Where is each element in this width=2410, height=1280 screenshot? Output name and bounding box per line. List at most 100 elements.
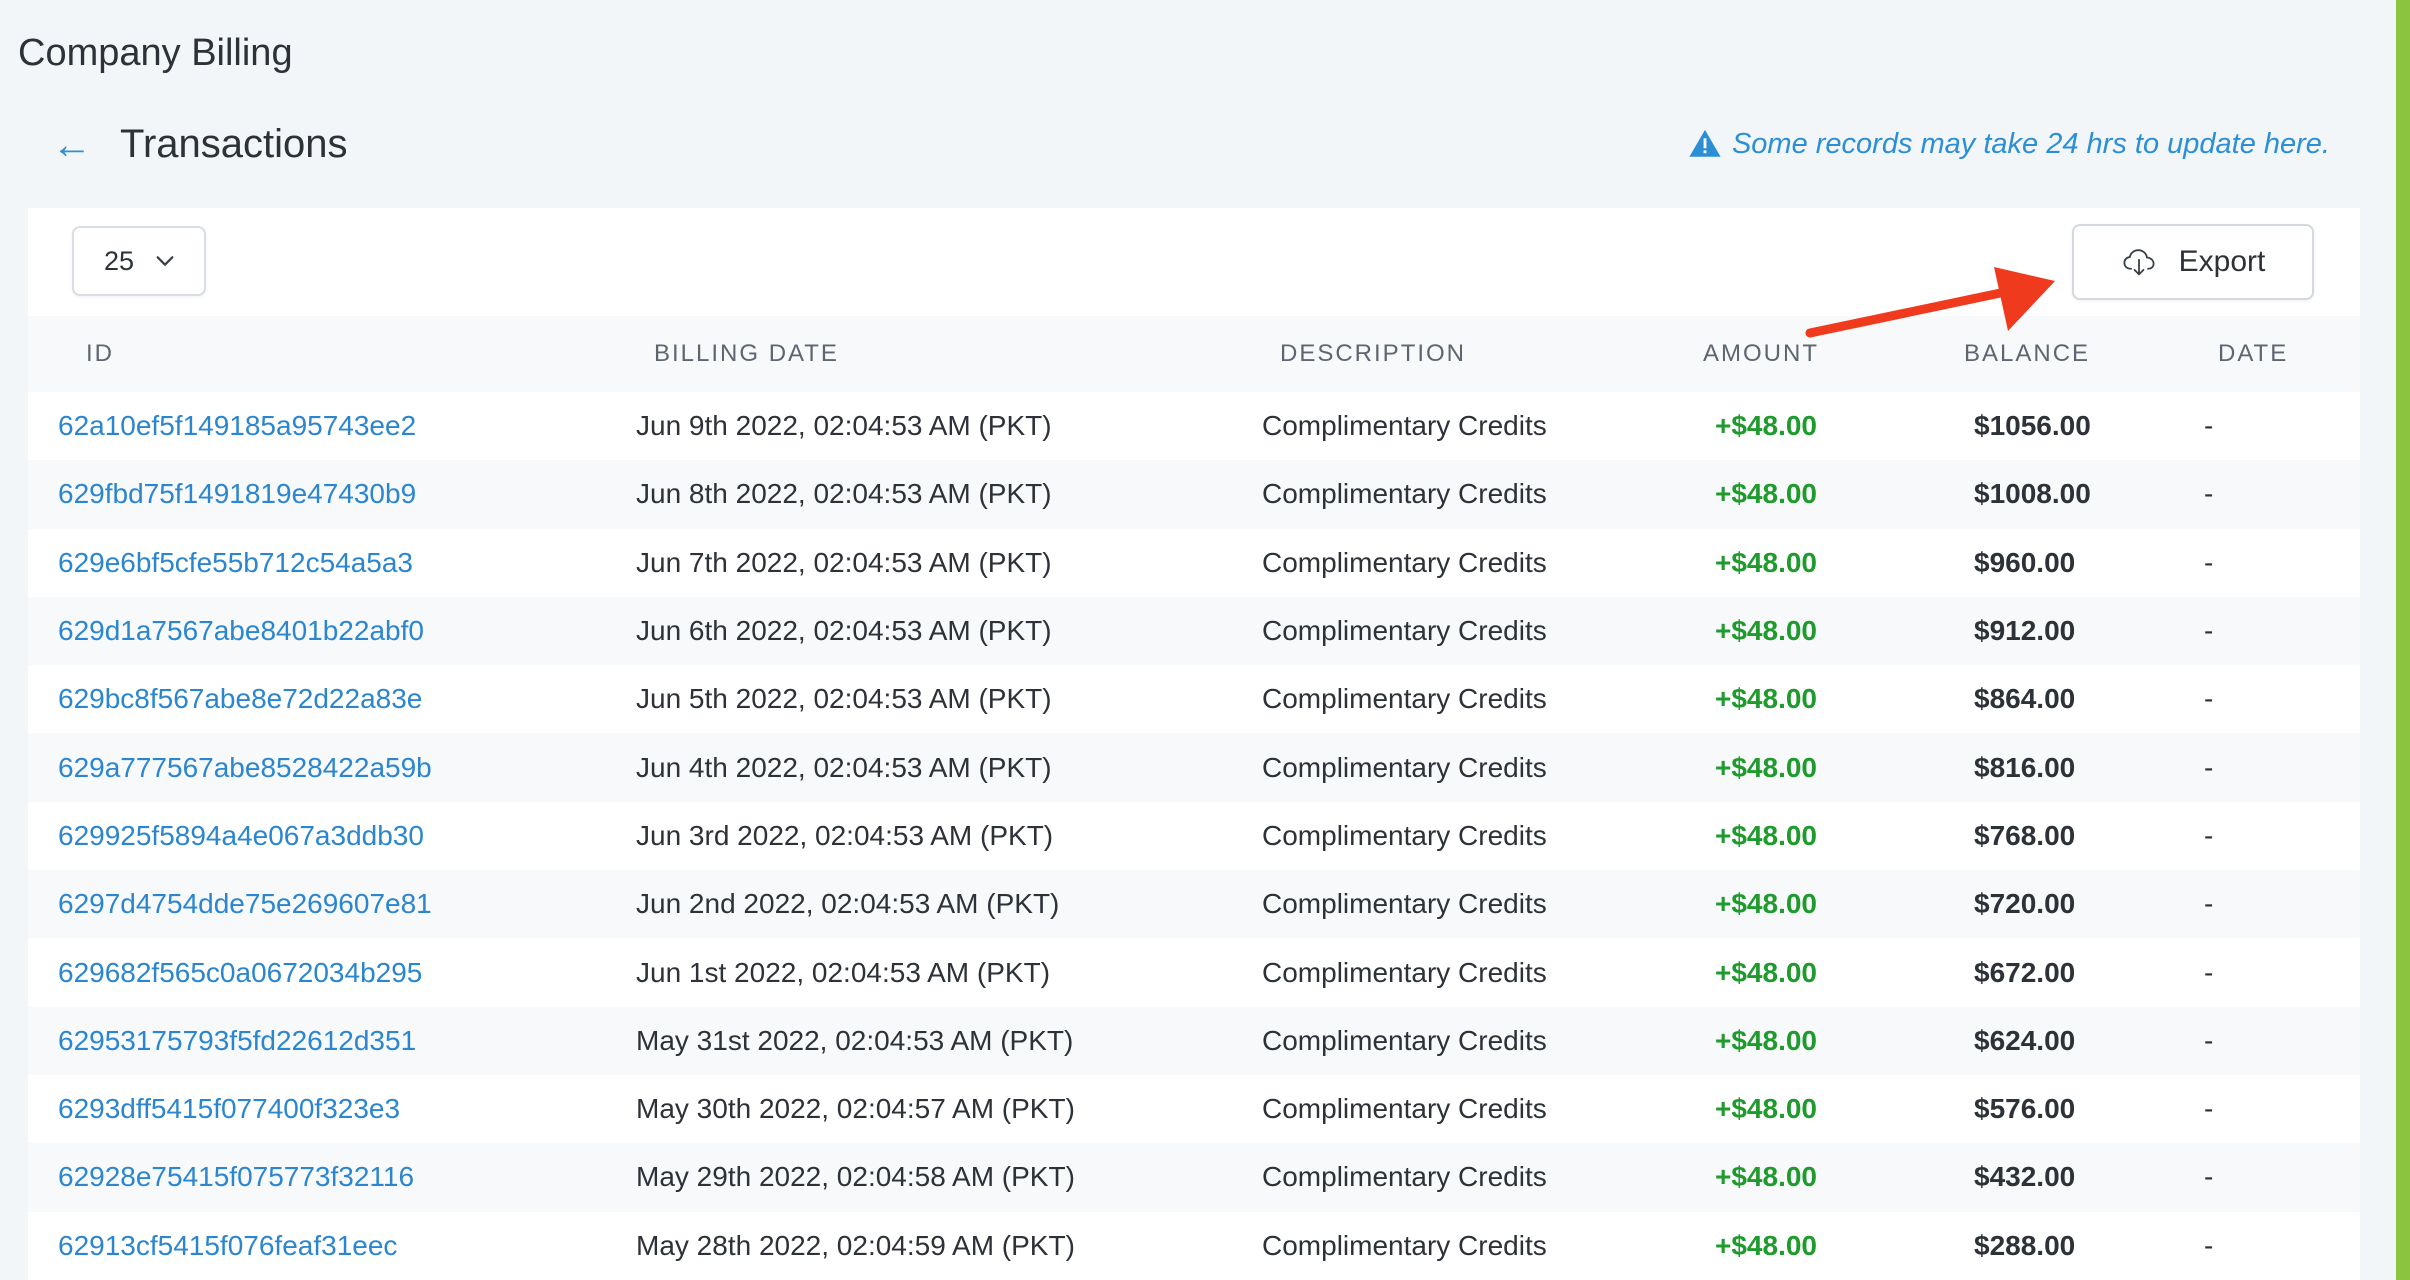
date-cell: - xyxy=(2204,410,2214,442)
description-cell: Complimentary Credits xyxy=(1234,1006,1681,1075)
warning-triangle-icon xyxy=(1689,129,1721,157)
table-row: 62953175793f5fd22612d351 May 31st 2022, … xyxy=(28,1006,2360,1075)
amount-cell: +$48.00 xyxy=(1715,1229,1817,1261)
date-cell: - xyxy=(2204,1006,2360,1075)
amount-cell: +$48.00 xyxy=(1715,683,1817,715)
billing-date-cell: Jun 4th 2022, 02:04:53 AM (PKT) xyxy=(606,733,1234,802)
transaction-id-link[interactable]: 6297d4754dde75e269607e81 xyxy=(28,870,606,939)
billing-date-cell: Jun 7th 2022, 02:04:53 AM (PKT) xyxy=(636,546,1052,578)
date-cell: - xyxy=(2204,733,2360,802)
description-cell: Complimentary Credits xyxy=(1262,546,1547,578)
amount-cell: +$48.00 xyxy=(1715,1093,1817,1125)
transaction-id-link[interactable]: 62928e75415f075773f32116 xyxy=(28,1143,606,1212)
billing-date-cell: Jun 9th 2022, 02:04:53 AM (PKT) xyxy=(636,410,1052,442)
billing-date-cell: May 28th 2022, 02:04:59 AM (PKT) xyxy=(636,1229,1075,1261)
table-header: ID BILLING DATE DESCRIPTION AMOUNT BALAN… xyxy=(28,316,2360,392)
transactions-table: ID BILLING DATE DESCRIPTION AMOUNT BALAN… xyxy=(28,316,2360,1280)
transactions-card: 25 Export ID BILLING DATE DESCRIPTION AM… xyxy=(28,208,2360,1280)
description-cell: Complimentary Credits xyxy=(1234,870,1681,939)
description-cell: Complimentary Credits xyxy=(1262,1093,1547,1125)
table-row: 6293dff5415f077400f323e3 May 30th 2022, … xyxy=(28,1075,2360,1143)
transaction-id-link[interactable]: 62953175793f5fd22612d351 xyxy=(28,1006,606,1075)
billing-date-cell: Jun 2nd 2022, 02:04:53 AM (PKT) xyxy=(606,870,1234,939)
date-cell: - xyxy=(2204,596,2360,666)
column-header-id: ID xyxy=(28,316,606,392)
transaction-id-link[interactable]: 629a777567abe8528422a59b xyxy=(28,733,606,802)
balance-cell: $816.00 xyxy=(1934,733,2204,802)
description-cell: Complimentary Credits xyxy=(1262,956,1547,988)
balance-cell: $1008.00 xyxy=(1934,460,2204,529)
column-header-amount: AMOUNT xyxy=(1681,316,1934,392)
date-cell: - xyxy=(2204,819,2214,851)
table-row: 629a777567abe8528422a59b Jun 4th 2022, 0… xyxy=(28,733,2360,802)
date-cell: - xyxy=(2204,870,2360,939)
table-toolbar: 25 Export xyxy=(28,208,2360,316)
date-cell: - xyxy=(2204,546,2214,578)
page-size-select[interactable]: 25 xyxy=(72,226,206,296)
amount-cell: +$48.00 xyxy=(1715,819,1817,851)
amount-cell: +$48.00 xyxy=(1681,460,1934,529)
billing-date-cell: Jun 5th 2022, 02:04:53 AM (PKT) xyxy=(636,683,1052,715)
amount-cell: +$48.00 xyxy=(1715,410,1817,442)
description-cell: Complimentary Credits xyxy=(1262,819,1547,851)
amount-cell: +$48.00 xyxy=(1681,1006,1934,1075)
transaction-id-link[interactable]: 629bc8f567abe8e72d22a83e xyxy=(28,665,606,733)
billing-date-cell: Jun 1st 2022, 02:04:53 AM (PKT) xyxy=(636,956,1051,988)
transaction-id-link[interactable]: 629925f5894a4e067a3ddb30 xyxy=(28,802,606,870)
export-button[interactable]: Export xyxy=(2072,224,2314,300)
table-row: 629925f5894a4e067a3ddb30 Jun 3rd 2022, 0… xyxy=(28,802,2360,870)
column-header-billing-date: BILLING DATE xyxy=(606,316,1234,392)
balance-cell: $432.00 xyxy=(1934,1143,2204,1212)
back-button[interactable]: ← xyxy=(52,120,92,170)
balance-cell: $624.00 xyxy=(1934,1006,2204,1075)
date-cell: - xyxy=(2204,956,2214,988)
transaction-id-link[interactable]: 629e6bf5cfe55b712c54a5a3 xyxy=(28,529,606,597)
date-cell: - xyxy=(2204,1143,2360,1212)
billing-date-cell: May 30th 2022, 02:04:57 AM (PKT) xyxy=(636,1093,1075,1125)
balance-cell: $864.00 xyxy=(1974,683,2076,715)
date-cell: - xyxy=(2204,1093,2214,1125)
page-size-value: 25 xyxy=(104,245,135,276)
billing-date-cell: May 29th 2022, 02:04:58 AM (PKT) xyxy=(606,1143,1234,1212)
table-row: 62913cf5415f076feaf31eec May 28th 2022, … xyxy=(28,1212,2360,1280)
amount-cell: +$48.00 xyxy=(1681,596,1934,666)
balance-cell: $720.00 xyxy=(1934,870,2204,939)
table-row: 629bc8f567abe8e72d22a83e Jun 5th 2022, 0… xyxy=(28,665,2360,733)
amount-cell: +$48.00 xyxy=(1715,956,1817,988)
transaction-id-link[interactable]: 62913cf5415f076feaf31eec xyxy=(28,1212,606,1280)
amount-cell: +$48.00 xyxy=(1715,546,1817,578)
chevron-down-icon xyxy=(156,256,174,266)
description-cell: Complimentary Credits xyxy=(1262,1229,1547,1261)
description-cell: Complimentary Credits xyxy=(1234,1143,1681,1212)
balance-cell: $288.00 xyxy=(1974,1229,2076,1261)
amount-cell: +$48.00 xyxy=(1681,733,1934,802)
page-title: Transactions xyxy=(120,122,348,166)
billing-date-cell: Jun 6th 2022, 02:04:53 AM (PKT) xyxy=(606,596,1234,666)
transaction-id-link[interactable]: 629d1a7567abe8401b22abf0 xyxy=(28,596,606,666)
description-cell: Complimentary Credits xyxy=(1262,683,1547,715)
column-header-date: DATE xyxy=(2204,316,2360,392)
description-cell: Complimentary Credits xyxy=(1234,596,1681,666)
date-cell: - xyxy=(2204,460,2360,529)
table-body: 62a10ef5f149185a95743ee2 Jun 9th 2022, 0… xyxy=(28,392,2360,1280)
table-row: 6297d4754dde75e269607e81 Jun 2nd 2022, 0… xyxy=(28,870,2360,939)
app-title: Company Billing xyxy=(18,32,293,74)
balance-cell: $576.00 xyxy=(1974,1093,2076,1125)
transaction-id-link[interactable]: 6293dff5415f077400f323e3 xyxy=(28,1075,606,1143)
amount-cell: +$48.00 xyxy=(1681,870,1934,939)
column-header-balance: BALANCE xyxy=(1934,316,2204,392)
table-row: 629682f565c0a0672034b295 Jun 1st 2022, 0… xyxy=(28,938,2360,1006)
column-header-description: DESCRIPTION xyxy=(1234,316,1681,392)
amount-cell: +$48.00 xyxy=(1681,1143,1934,1212)
table-row: 629d1a7567abe8401b22abf0 Jun 6th 2022, 0… xyxy=(28,596,2360,666)
export-label: Export xyxy=(2178,245,2266,278)
balance-cell: $912.00 xyxy=(1934,596,2204,666)
transaction-id-link[interactable]: 629682f565c0a0672034b295 xyxy=(28,938,606,1006)
transaction-id-link[interactable]: 629fbd75f1491819e47430b9 xyxy=(28,460,606,529)
balance-cell: $768.00 xyxy=(1974,819,2076,851)
description-cell: Complimentary Credits xyxy=(1262,410,1547,442)
notice-text: Some records may take 24 hrs to update h… xyxy=(1731,128,2330,160)
transaction-id-link[interactable]: 62a10ef5f149185a95743ee2 xyxy=(28,392,606,460)
date-cell: - xyxy=(2204,683,2214,715)
billing-date-cell: Jun 8th 2022, 02:04:53 AM (PKT) xyxy=(606,460,1234,529)
